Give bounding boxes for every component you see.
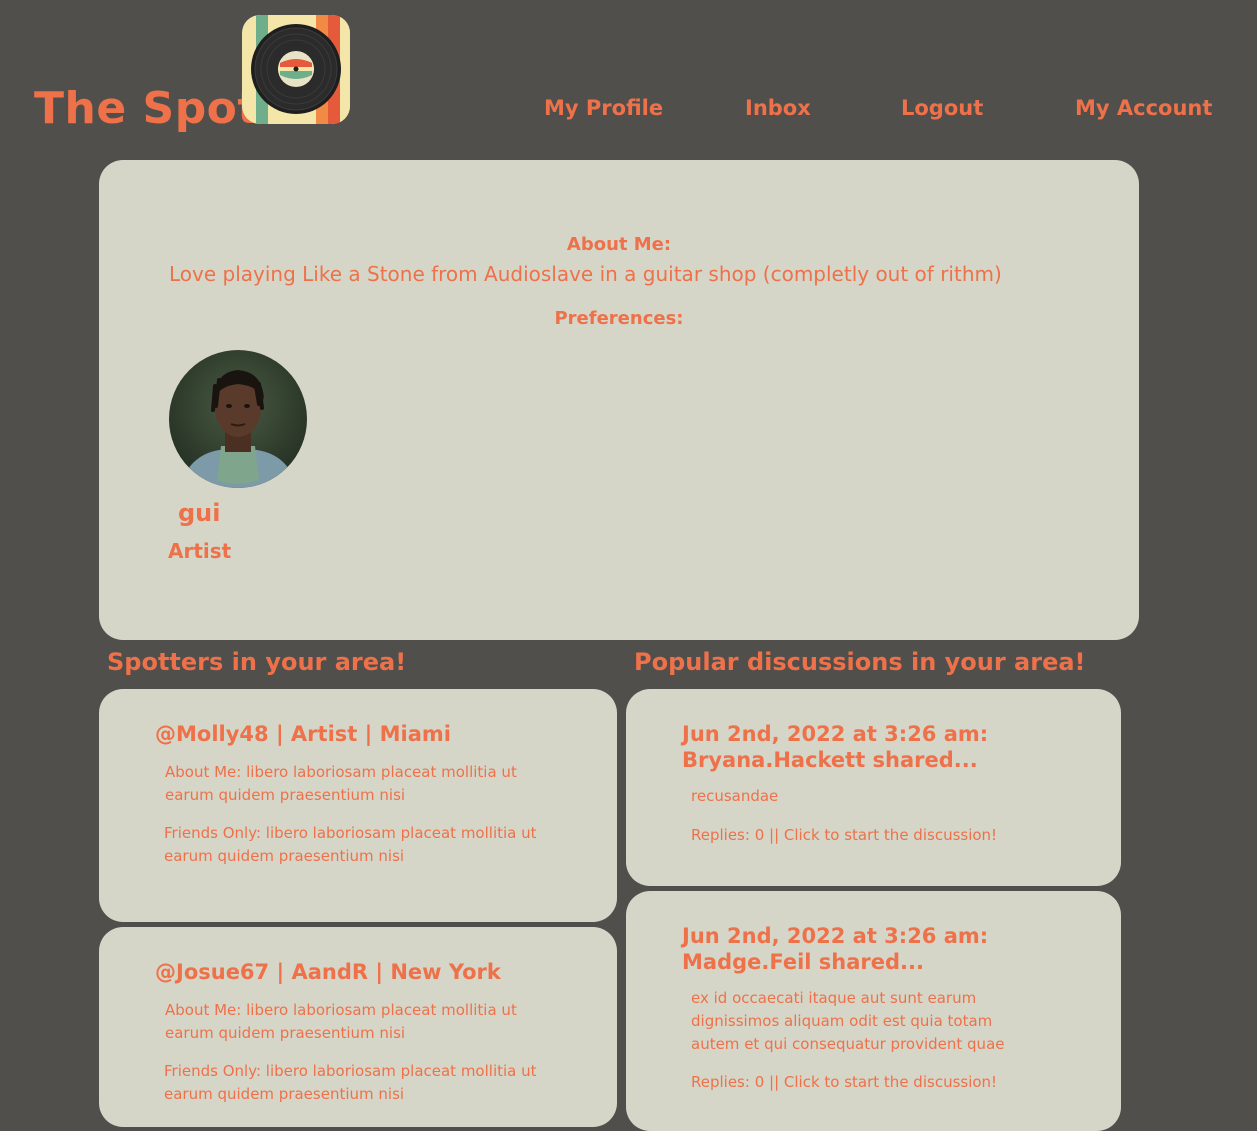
spotters-heading: Spotters in your area! xyxy=(107,648,407,676)
discussions-heading: Popular discussions in your area! xyxy=(634,648,1086,676)
discussion-title[interactable]: Jun 2nd, 2022 at 3:26 am: Madge.Feil sha… xyxy=(682,923,1012,975)
discussion-body: recusandae xyxy=(691,787,779,805)
discussion-body: ex id occaecati itaque aut sunt earum di… xyxy=(691,989,1005,1053)
spotter-title[interactable]: @Molly48 | Artist | Miami xyxy=(155,721,451,747)
spotter-title[interactable]: @Josue67 | AandR | New York xyxy=(155,959,501,985)
discussion-card[interactable]: Jun 2nd, 2022 at 3:26 am: Bryana.Hackett… xyxy=(626,689,1121,886)
nav-my-profile[interactable]: My Profile xyxy=(544,96,663,120)
nav-logout[interactable]: Logout xyxy=(901,96,983,120)
spotter-about: About Me: libero laboriosam placeat moll… xyxy=(165,1001,517,1042)
preferences-heading: Preferences: xyxy=(554,308,684,329)
spotter-about: About Me: libero laboriosam placeat moll… xyxy=(165,763,517,804)
discussion-title[interactable]: Jun 2nd, 2022 at 3:26 am: Bryana.Hackett… xyxy=(682,721,1012,773)
profile-card: About Me: Love playing Like a Stone from… xyxy=(99,160,1139,640)
spotter-friends-only: Friends Only: libero laboriosam placeat … xyxy=(164,824,537,865)
avatar xyxy=(169,350,307,488)
discussion-card[interactable]: Jun 2nd, 2022 at 3:26 am: Madge.Feil sha… xyxy=(626,891,1121,1131)
about-me-heading: About Me: xyxy=(566,234,672,255)
spotter-card[interactable]: @Molly48 | Artist | Miami About Me: libe… xyxy=(99,689,617,922)
discussion-replies-link[interactable]: Replies: 0 || Click to start the discuss… xyxy=(691,824,997,847)
about-me-text: Love playing Like a Stone from Audioslav… xyxy=(169,262,1002,286)
profile-role: Artist xyxy=(168,539,232,563)
nav-my-account[interactable]: My Account xyxy=(1075,96,1212,120)
profile-username: gui xyxy=(178,499,221,527)
spotter-friends-only: Friends Only: libero laboriosam placeat … xyxy=(164,1062,537,1103)
spotter-card[interactable]: @Josue67 | AandR | New York About Me: li… xyxy=(99,927,617,1127)
nav-inbox[interactable]: Inbox xyxy=(745,96,811,120)
main-nav: My Profile Inbox Logout My Account xyxy=(0,96,1257,126)
discussion-replies-link[interactable]: Replies: 0 || Click to start the discuss… xyxy=(691,1071,997,1094)
